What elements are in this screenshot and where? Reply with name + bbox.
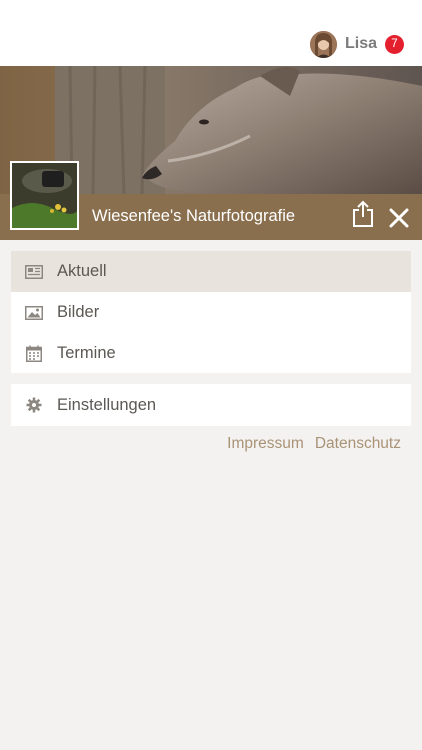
menu-item-label: Einstellungen (57, 395, 157, 414)
share-icon (353, 200, 373, 227)
user-menu[interactable]: Lisa 7 (309, 29, 404, 59)
footer-links: Impressum Datenschutz (227, 435, 401, 453)
close-button[interactable] (386, 205, 412, 231)
menu-item-aktuell[interactable]: Aktuell (11, 251, 411, 292)
user-name[interactable]: Lisa (345, 35, 377, 53)
gear-icon (25, 397, 43, 413)
main-menu: Aktuell Bilder Termine (11, 251, 411, 373)
menu-item-label: Aktuell (57, 262, 107, 280)
top-bar: Lisa 7 (0, 0, 422, 66)
close-icon (389, 208, 409, 228)
imprint-link[interactable]: Impressum (227, 435, 304, 453)
calendar-icon (25, 345, 43, 362)
menu-item-termine[interactable]: Termine (11, 333, 411, 374)
site-title: Wiesenfee's Naturfotografie (92, 207, 296, 225)
profile-thumbnail[interactable] (10, 161, 79, 230)
menu-item-label: Bilder (57, 303, 100, 321)
newspaper-icon (25, 264, 43, 280)
settings-menu: Einstellungen (11, 384, 411, 426)
notification-badge[interactable]: 7 (385, 34, 404, 54)
menu-item-bilder[interactable]: Bilder (11, 292, 411, 333)
menu-item-einstellungen[interactable]: Einstellungen (11, 384, 411, 426)
share-button[interactable] (350, 200, 376, 228)
menu-item-label: Termine (57, 344, 116, 362)
image-icon (25, 305, 43, 321)
avatar[interactable] (309, 30, 337, 58)
privacy-link[interactable]: Datenschutz (315, 435, 401, 453)
